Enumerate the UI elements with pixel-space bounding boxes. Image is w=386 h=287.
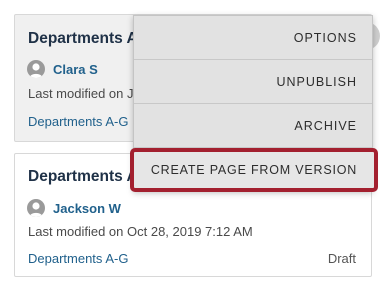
menu-item-create-page-from-version[interactable]: CREATE PAGE FROM VERSION [130,148,378,192]
user-avatar-icon [27,199,45,217]
menu-item-unpublish[interactable]: UNPUBLISH [134,60,372,104]
group-link[interactable]: Departments A-G [28,114,128,129]
last-modified-text: Last modified on Oct 28, 2019 7:12 AM [28,224,253,239]
author-name-link[interactable]: Jackson W [53,201,121,216]
user-avatar-icon [27,60,45,78]
author-row: Clara S [27,60,98,78]
author-row: Jackson W [27,199,121,217]
author-name-link[interactable]: Clara S [53,62,98,77]
menu-item-archive[interactable]: ARCHIVE [134,104,372,148]
status-badge: Draft [327,251,356,266]
menu-item-options[interactable]: OPTIONS [134,16,372,60]
group-link[interactable]: Departments A-G [28,251,128,266]
